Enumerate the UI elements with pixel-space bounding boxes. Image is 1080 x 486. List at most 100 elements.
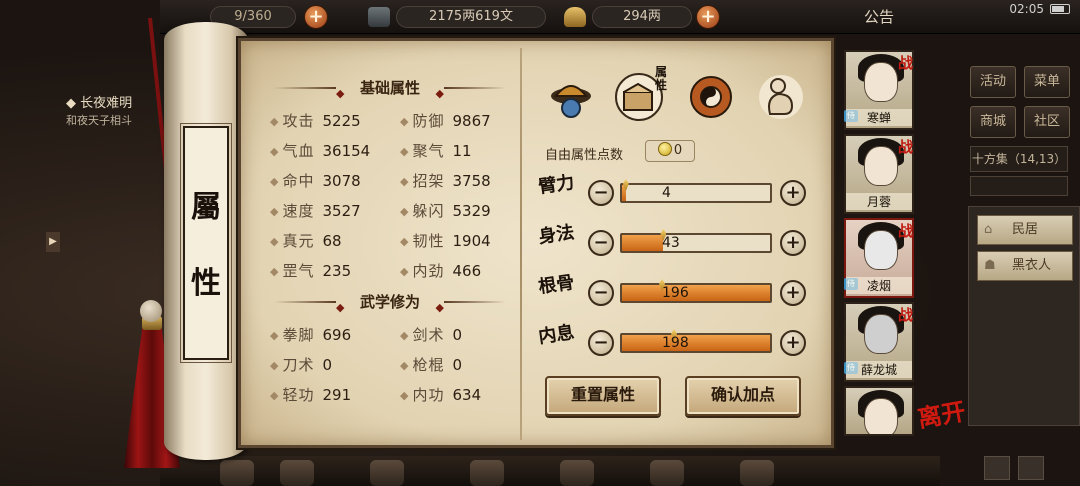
- bag-plus-button[interactable]: +: [304, 5, 328, 29]
- copper-icon: [368, 7, 390, 27]
- breath-plus-button[interactable]: +: [780, 330, 806, 356]
- strength-plus-button[interactable]: +: [780, 180, 806, 206]
- npc-residence-button[interactable]: ⌂ 民居: [977, 215, 1073, 245]
- attr-name-strength: 臂力: [537, 171, 576, 198]
- silver-plus-button[interactable]: +: [696, 5, 720, 29]
- bottom-option-1[interactable]: [984, 456, 1010, 480]
- quest-title: ◆ 长夜难明: [66, 96, 133, 111]
- party-member-5[interactable]: [844, 386, 914, 436]
- battle-badge: 战: [898, 138, 914, 156]
- stat-spear: ◆ 枪棍 0: [400, 356, 463, 374]
- breath-minus-button[interactable]: −: [588, 330, 614, 356]
- scroll-title-char-1: 屬: [191, 190, 221, 225]
- point-coin-icon: [657, 142, 672, 156]
- stat-hit: ◆ 命中 3078: [270, 172, 361, 190]
- basic-stats-header: ◆ 基础属性 ◆: [270, 76, 510, 100]
- party-member-1[interactable]: 战 侍 寒蝉: [844, 50, 914, 130]
- constitution-value: 196: [662, 285, 689, 301]
- agility-minus-button[interactable]: −: [588, 230, 614, 256]
- confirm-points-button[interactable]: 确认加点: [685, 376, 801, 416]
- quest-tracker[interactable]: ◆ 长夜难明 和夜天子相斗: [0, 84, 160, 128]
- bottom-icon-7[interactable]: [740, 460, 774, 486]
- party-member-3[interactable]: 战 侍 凌烟: [844, 218, 914, 298]
- expand-arrow-icon[interactable]: ▶: [46, 232, 60, 252]
- strength-minus-button[interactable]: −: [588, 180, 614, 206]
- strength-value: 4: [662, 185, 671, 201]
- silver-ingot-icon: [564, 7, 586, 27]
- reset-attributes-button[interactable]: 重置属性: [545, 376, 661, 416]
- strength-bar: 4: [620, 179, 772, 203]
- bottom-icon-1[interactable]: [220, 460, 254, 486]
- scroll-title-char-2: 性: [191, 266, 221, 301]
- constitution-bar-fill: [622, 285, 770, 301]
- npc-blackclothed-button[interactable]: ☗ 黑衣人: [977, 251, 1073, 281]
- stat-speed: ◆ 速度 3527: [270, 202, 361, 220]
- clock: 02:05: [1009, 2, 1044, 16]
- stat-juqi: ◆ 聚气 11: [400, 142, 472, 160]
- quest-desc: 和夜天子相斗: [66, 114, 132, 127]
- stat-blade: ◆ 刀术 0: [270, 356, 333, 374]
- stat-gangqi: ◆ 罡气 235: [270, 262, 352, 280]
- battery-icon: [1050, 4, 1070, 14]
- portrait-face: [864, 62, 898, 102]
- constitution-plus-button[interactable]: +: [780, 280, 806, 306]
- bottom-icon-3[interactable]: [370, 460, 404, 486]
- free-points-value: 0: [645, 140, 695, 162]
- leave-button[interactable]: 离开: [915, 396, 972, 458]
- martial-stats-header: ◆ 武学修为 ◆: [270, 290, 510, 314]
- party-member-4[interactable]: 战 侍 薛龙城: [844, 302, 914, 382]
- location-sub-bar: [970, 176, 1068, 196]
- attr-name-agility: 身法: [537, 221, 576, 248]
- hat-icon[interactable]: [546, 72, 596, 122]
- party-member-name: 薛龙城: [846, 361, 912, 378]
- meridian-icon[interactable]: [756, 72, 806, 122]
- npc-list: ⌂ 民居 ☗ 黑衣人: [968, 206, 1080, 426]
- stat-parry: ◆ 招架 3758: [400, 172, 491, 190]
- shop-button[interactable]: 商城: [970, 106, 1016, 138]
- community-button[interactable]: 社区: [1024, 106, 1070, 138]
- activity-button[interactable]: 活动: [970, 66, 1016, 98]
- notice-button[interactable]: 公告: [864, 6, 894, 27]
- silver-amount: 294两: [592, 6, 692, 28]
- panel-divider: [520, 48, 522, 440]
- jade-bead-icon: [140, 300, 162, 322]
- stat-neijin: ◆ 内劲 466: [400, 262, 482, 280]
- portrait-face: [864, 314, 898, 354]
- stat-dodge: ◆ 躲闪 5329: [400, 202, 491, 220]
- stat-fist: ◆ 拳脚 696: [270, 326, 352, 344]
- menu-button[interactable]: 菜单: [1024, 66, 1070, 98]
- status-bar: 02:05: [1009, 2, 1070, 16]
- bottom-icon-4[interactable]: [470, 460, 504, 486]
- constitution-minus-button[interactable]: −: [588, 280, 614, 306]
- agility-bar-fill: [622, 235, 664, 251]
- house-icon: ⌂: [984, 222, 993, 237]
- stat-qinggong: ◆ 轻功 291: [270, 386, 352, 404]
- bottom-icon-5[interactable]: [560, 460, 594, 486]
- constitution-bar: 196: [620, 279, 772, 303]
- party-member-name: 寒蝉: [846, 109, 912, 126]
- agility-bar: 43: [620, 229, 772, 253]
- stat-hp: ◆ 气血 36154: [270, 142, 371, 160]
- active-category-label: 属性: [655, 65, 668, 92]
- agility-plus-button[interactable]: +: [780, 230, 806, 256]
- party-list: 战 侍 寒蝉 战 月蓉 战 侍 凌烟 战 侍 薛龙城: [844, 50, 920, 436]
- scroll-title: 屬 性: [180, 123, 232, 363]
- stat-toughness: ◆ 韧性 1904: [400, 232, 491, 250]
- battle-badge: 战: [898, 222, 914, 240]
- party-member-2[interactable]: 战 月蓉: [844, 134, 914, 214]
- bottom-menu-bar: [160, 456, 940, 486]
- battle-badge: 战: [898, 306, 914, 324]
- stat-attack: ◆ 攻击 5225: [270, 112, 361, 130]
- attr-name-breath: 内息: [537, 321, 576, 348]
- portrait-face: [864, 146, 898, 186]
- party-member-name: 凌烟: [846, 277, 912, 294]
- breath-value: 198: [662, 335, 689, 351]
- top-resource-bar: 9/360 + 2175两619文 294两 +: [160, 0, 1080, 34]
- agility-value: 43: [662, 235, 680, 251]
- stat-zhenyuan: ◆ 真元 68: [270, 232, 342, 250]
- bottom-option-2[interactable]: [1018, 456, 1044, 480]
- bagua-icon[interactable]: [686, 72, 736, 122]
- bottom-icon-2[interactable]: [280, 460, 314, 486]
- bottom-icon-6[interactable]: [650, 460, 684, 486]
- stat-sword: ◆ 剑术 0: [400, 326, 463, 344]
